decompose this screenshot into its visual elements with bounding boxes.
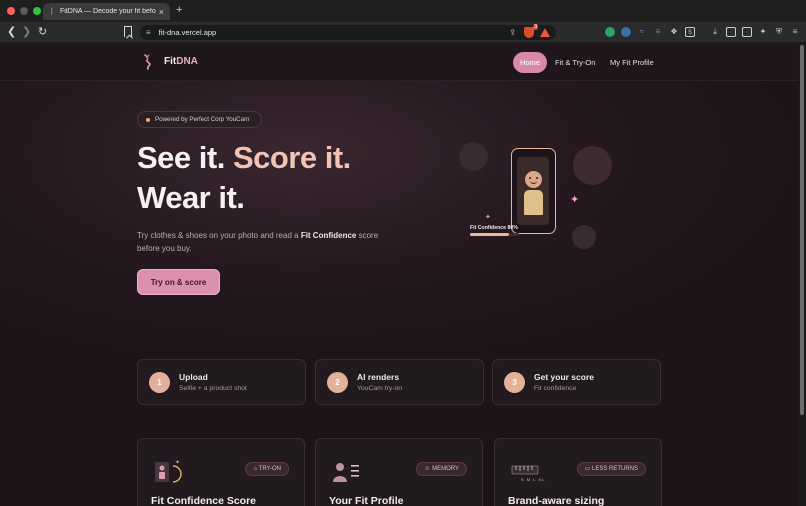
new-tab-button[interactable]: + (176, 4, 182, 16)
nav-fit-try-on-link[interactable]: Fit & Try-On (555, 58, 595, 67)
step-card-get-score: 3 Get your score Fit confidence (492, 359, 661, 405)
wallet-icon[interactable] (742, 27, 752, 37)
forward-icon[interactable]: ❯ (22, 25, 31, 39)
hero-headline-line2: Wear it. (137, 180, 245, 215)
sparkle-icon: ✦ (485, 214, 491, 221)
favicon-icon: ❘ (49, 8, 55, 15)
feature-title: Brand-aware sizing (508, 495, 605, 506)
feature-badge-text: MEMORY (432, 466, 459, 472)
step-number: 2 (327, 372, 348, 393)
hero-subtitle: Try clothes & shoes on your photo and re… (137, 230, 397, 255)
site-header: FitDNA Home Fit & Try-On My Fit Profile (0, 43, 798, 81)
shield-count-badge: 3 (533, 24, 538, 30)
profile-list-icon (333, 463, 359, 482)
outfit-shape (524, 190, 543, 215)
svg-text:✦: ✦ (175, 459, 180, 466)
box-icon: ▭ (584, 466, 592, 472)
logo-fit: Fit (164, 56, 177, 67)
share-icon[interactable]: ⇪ (509, 28, 516, 37)
window-minimize-button[interactable] (20, 7, 28, 15)
window-close-button[interactable] (7, 7, 15, 15)
step-subtitle: Fit confidence (534, 385, 577, 392)
step-card-ai-renders: 2 AI renders YouCam try-on (315, 359, 484, 405)
extension-translate-icon[interactable]: ≈ (637, 27, 647, 37)
phone-screen (517, 157, 549, 225)
extensions-puzzle-icon[interactable]: ❖ (669, 27, 679, 37)
step-subtitle: Selfie + a product shot (179, 385, 247, 392)
person-frame-icon: ✦ (155, 459, 182, 483)
site-settings-icon[interactable]: ≡ (146, 28, 151, 37)
logo-dna: DNA (176, 56, 198, 67)
feature-badge-text: LESS RETURNS (591, 466, 638, 472)
pill-dot-icon (146, 117, 150, 122)
nav-home-button[interactable]: Home (513, 52, 547, 73)
address-bar[interactable]: ≡ fit-dna.vercel.app ⇪ 3 (140, 24, 556, 40)
decor-circle (572, 225, 596, 249)
step-number: 3 (504, 372, 525, 393)
size-labels: S M L XL (521, 477, 546, 482)
feature-badge: ▭ LESS RETURNS (576, 462, 646, 476)
fit-confidence-label: Fit Confidence 80% (470, 225, 518, 231)
extension-list-icon[interactable]: ≡ (653, 27, 663, 37)
extension-reader-icon[interactable]: S (685, 27, 695, 37)
feature-badge-text: TRY-ON (258, 466, 281, 472)
tab-title: FitDNA — Decode your fit befo (60, 8, 156, 15)
hero-sub-bold: Fit Confidence (300, 231, 357, 240)
smiley-face-icon (525, 171, 542, 188)
fit-confidence-fill (470, 233, 510, 236)
page-scrollbar[interactable] (798, 43, 806, 506)
decor-circle (573, 146, 612, 185)
feature-badge: ⌂ TRY-ON (245, 462, 289, 476)
powered-by-text: Powered by Perfect Corp YouCam (155, 116, 250, 123)
bookmark-icon[interactable] (124, 26, 132, 37)
hero-score-it: Score it. (232, 140, 351, 175)
logo-text[interactable]: FitDNA (164, 56, 198, 67)
try-on-score-button[interactable]: Try on & score (137, 269, 220, 295)
feature-card-fit-confidence: ✦ ⌂ TRY-ON Fit Confidence Score (137, 438, 305, 506)
feature-card-brand-sizing: S M L XL ▭ LESS RETURNS Brand-aware sizi… (494, 438, 662, 506)
step-title: Get your score (534, 372, 594, 382)
brave-rewards-icon[interactable] (540, 28, 550, 37)
feature-title: Fit Confidence Score (151, 495, 257, 506)
vpn-shield-icon[interactable]: ⛨ (774, 27, 784, 37)
step-card-upload: 1 Upload Selfie + a product shot (137, 359, 306, 405)
window-maximize-button[interactable] (33, 7, 41, 15)
browser-tab-bar: ❘ FitDNA — Decode your fit befo × + (0, 0, 806, 22)
feature-badge: ☺ MEMORY (416, 462, 467, 476)
step-subtitle: YouCam try-on (357, 385, 403, 392)
user-icon: ☺ (424, 466, 433, 472)
step-number: 1 (149, 372, 170, 393)
back-icon[interactable]: ❮ (7, 25, 16, 39)
hero-see-it: See it. (137, 140, 233, 175)
extension-vpn-icon[interactable] (621, 27, 631, 37)
logo-dna-icon (144, 54, 151, 70)
step-title: AI renders (357, 372, 400, 382)
extension-grammar-icon[interactable] (605, 27, 615, 37)
browser-tab[interactable]: ❘ FitDNA — Decode your fit befo × (43, 3, 170, 20)
download-icon[interactable]: ⤓ (710, 27, 720, 37)
powered-by-pill: Powered by Perfect Corp YouCam (137, 111, 262, 128)
url-text[interactable]: fit-dna.vercel.app (159, 28, 510, 37)
brave-shield-icon[interactable]: 3 (524, 24, 538, 38)
phone-illustration (511, 148, 556, 234)
hero-sub-part1: Try clothes & shoes on your photo and re… (137, 231, 301, 240)
page-content: FitDNA Home Fit & Try-On My Fit Profile … (0, 43, 798, 506)
feature-title: Your Fit Profile (329, 495, 404, 506)
reload-icon[interactable]: ↻ (38, 25, 47, 39)
feature-card-fit-profile: ☺ MEMORY Your Fit Profile (315, 438, 483, 506)
tab-close-icon[interactable]: × (159, 7, 164, 17)
decor-circle (459, 142, 488, 171)
browser-toolbar: ❮ ❯ ↻ ≡ fit-dna.vercel.app ⇪ 3 ≈ ≡ ❖ S ⤓… (0, 22, 806, 43)
leo-ai-icon[interactable]: ✦ (758, 27, 768, 37)
hero-headline-line1: See it. Score it. (137, 140, 351, 176)
nav-my-fit-profile-link[interactable]: My Fit Profile (610, 58, 654, 67)
menu-icon[interactable]: ≡ (790, 27, 800, 37)
scrollbar-thumb[interactable] (800, 45, 804, 415)
sidebar-icon[interactable] (726, 27, 736, 37)
sparkle-icon: ✦ (570, 194, 580, 206)
step-title: Upload (179, 372, 208, 382)
fit-confidence-bar (470, 233, 519, 236)
